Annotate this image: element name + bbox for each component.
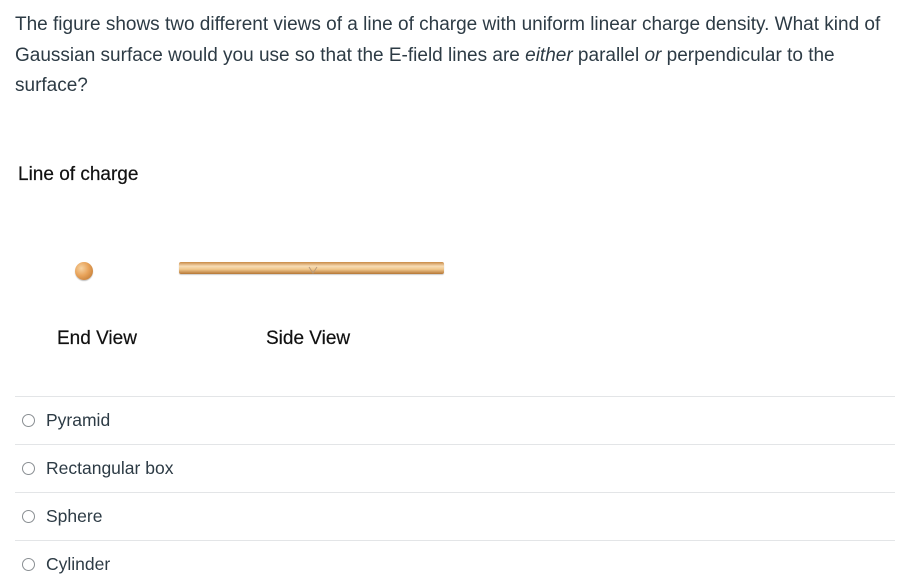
rod-tick-mark [308,266,318,274]
answer-option-cylinder[interactable]: Cylinder [15,540,895,588]
answer-label: Rectangular box [46,458,174,478]
answer-option-sphere[interactable]: Sphere [15,492,895,540]
radio-button[interactable] [22,510,35,523]
radio-button[interactable] [22,558,35,571]
question-text: The figure shows two different views of … [15,10,900,102]
figure-title: Line of charge [18,164,139,185]
end-view-label: End View [57,328,137,349]
end-view-charge-dot [75,262,93,280]
question-text-part: parallel [572,44,645,66]
answer-label: Pyramid [46,410,111,430]
answer-label: Sphere [46,506,103,526]
radio-button[interactable] [22,462,35,475]
answer-option-pyramid[interactable]: Pyramid [15,396,895,444]
answer-list: Pyramid Rectangular box Sphere Cylinder [15,396,895,588]
question-emphasis-or: or [644,44,662,66]
radio-button[interactable] [22,414,35,427]
side-view-label: Side View [266,328,351,349]
answer-option-rectangular-box[interactable]: Rectangular box [15,444,895,492]
question-emphasis-either: either [525,44,573,66]
answer-label: Cylinder [46,554,111,574]
